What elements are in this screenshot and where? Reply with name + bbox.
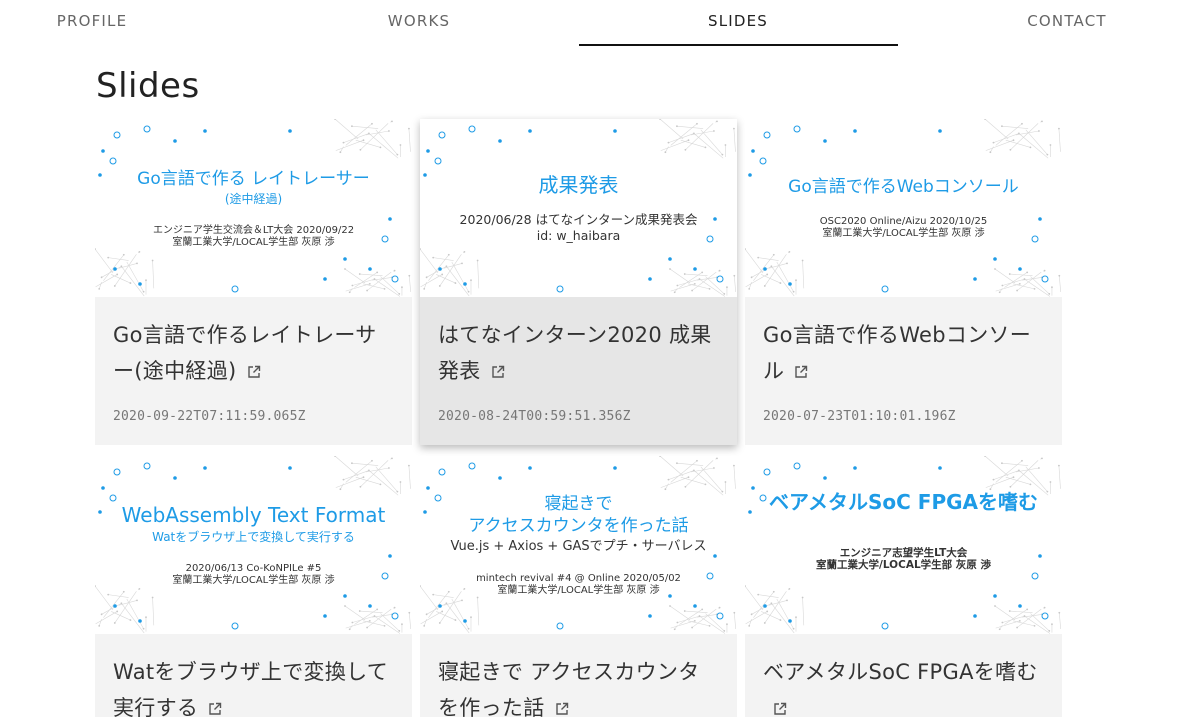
thumb-subtitle: (途中経過) [224,191,283,206]
slide-card[interactable]: Go言語で作るWebコンソール OSC2020 Online/Aizu 2020… [745,119,1062,445]
slide-thumbnail: Go言語で作るWebコンソール OSC2020 Online/Aizu 2020… [745,119,1062,297]
thumb-subtitle: Watをブラウザ上で変換して実行する [152,530,355,544]
thumb-title: Go言語で作るWebコンソール [788,177,1019,197]
card-date: 2020-08-24T00:59:51.356Z [438,409,631,424]
card-title[interactable]: はてなインターン2020 成果発表 [438,317,719,389]
tab-works[interactable]: WORKS [260,0,578,46]
thumb-author: 室蘭工業大学/LOCAL学生部 灰原 渉 [822,228,985,239]
thumb-title-line1: 寝起きで [544,494,613,514]
thumb-event: mintech revival #4 @ Online 2020/05/02 [476,573,681,584]
thumb-event: 2020/06/28 はてなインターン成果発表会 [459,211,698,227]
card-title[interactable]: Go言語で作るレイトレーサー(途中経過) [113,317,394,389]
top-nav: PROFILE WORKS SLIDES CONTACT [0,0,1200,46]
slide-thumbnail: 寝起きで アクセスカウンタを作った話 Vue.js + Axios + GASで… [420,456,737,634]
slide-thumbnail: ベアメタルSoC FPGAを嗜む エンジニア志望学生LT大会 室蘭工業大学/LO… [745,456,1062,634]
tab-slides[interactable]: SLIDES [579,0,897,46]
external-link-icon [209,702,222,715]
slide-card[interactable]: WebAssembly Text Format Watをブラウザ上で変換して実行… [95,456,412,717]
external-link-icon [774,702,787,715]
thumb-title: 成果発表 [538,172,619,197]
thumb-author: 室蘭工業大学/LOCAL学生部 灰原 渉 [172,236,335,248]
thumb-title: WebAssembly Text Format [121,503,386,527]
card-title[interactable]: 寝起きで アクセスカウンタを作った話 [438,654,719,717]
thumb-subtitle: Vue.js + Axios + GASでプチ・サーバレス [450,539,707,554]
thumb-event: 2020/06/13 Co-KoNPILe #5 [185,563,322,574]
slide-thumbnail: WebAssembly Text Format Watをブラウザ上で変換して実行… [95,456,412,634]
slide-card[interactable]: ベアメタルSoC FPGAを嗜む エンジニア志望学生LT大会 室蘭工業大学/LO… [745,456,1062,717]
card-title[interactable]: Go言語で作るWebコンソール [763,317,1044,389]
card-date: 2020-09-22T07:11:59.065Z [113,409,306,424]
thumb-author: 室蘭工業大学/LOCAL学生部 灰原 渉 [816,558,991,571]
thumb-author: 室蘭工業大学/LOCAL学生部 灰原 渉 [172,575,335,586]
slide-card[interactable]: 成果発表 2020/06/28 はてなインターン成果発表会 id: w_haib… [420,119,737,445]
tab-profile[interactable]: PROFILE [0,0,251,46]
tab-contact[interactable]: CONTACT [908,0,1200,46]
slide-card[interactable]: 寝起きで アクセスカウンタを作った話 Vue.js + Axios + GASで… [420,456,737,717]
slide-card[interactable]: Go言語で作る レイトレーサー (途中経過) エンジニア学生交流会＆LT大会 2… [95,119,412,445]
card-title[interactable]: Watをブラウザ上で変換して実行する [113,654,394,717]
thumb-event: エンジニア学生交流会＆LT大会 2020/09/22 [152,224,355,236]
external-link-icon [795,365,808,378]
external-link-icon [555,702,568,715]
thumb-event: OSC2020 Online/Aizu 2020/10/25 [819,216,988,227]
slide-thumbnail: Go言語で作る レイトレーサー (途中経過) エンジニア学生交流会＆LT大会 2… [95,119,412,297]
card-title[interactable]: ベアメタルSoC FPGAを嗜む [763,654,1044,717]
external-link-icon [491,365,504,378]
thumb-event: エンジニア志望学生LT大会 [839,546,968,559]
thumb-title: Go言語で作る レイトレーサー [137,168,370,189]
external-link-icon [247,365,260,378]
thumb-author: id: w_haibara [536,227,621,243]
thumb-author: 室蘭工業大学/LOCAL学生部 灰原 渉 [497,585,660,596]
page-title: Slides [96,66,200,106]
active-tab-indicator [579,44,898,46]
slide-thumbnail: 成果発表 2020/06/28 はてなインターン成果発表会 id: w_haib… [420,119,737,297]
card-date: 2020-07-23T01:10:01.196Z [763,409,956,424]
thumb-title: ベアメタルSoC FPGAを嗜む [769,489,1038,514]
thumb-title-line2: アクセスカウンタを作った話 [468,516,689,536]
